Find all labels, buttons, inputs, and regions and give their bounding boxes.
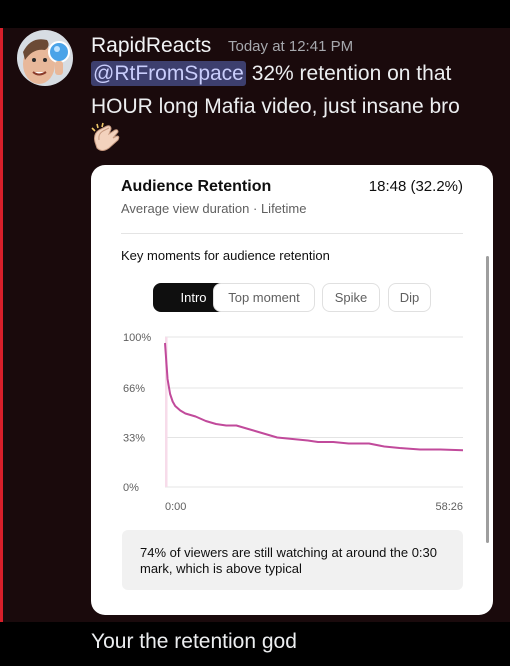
divider bbox=[121, 233, 463, 234]
key-moments-title: Key moments for audience retention bbox=[121, 248, 330, 263]
insight-text: 74% of viewers are still watching at aro… bbox=[140, 545, 438, 576]
clapping-hands-icon bbox=[89, 122, 123, 154]
card-subtitle: Average view duration · Lifetime bbox=[121, 201, 307, 216]
y-tick-label: 33% bbox=[123, 433, 145, 445]
message-text-line-1: @RtFromSpace 32% retention on that bbox=[91, 61, 452, 86]
y-tick-label: 100% bbox=[123, 332, 151, 344]
reply-message: Your the retention god bbox=[91, 630, 297, 653]
card-title: Audience Retention bbox=[121, 178, 272, 195]
top-bar bbox=[0, 0, 510, 28]
y-tick-label: 0% bbox=[123, 482, 139, 494]
message-timestamp: Today at 12:41 PM bbox=[228, 38, 354, 55]
y-tick-label: 66% bbox=[123, 383, 145, 395]
user-mention[interactable]: @RtFromSpace bbox=[91, 61, 246, 86]
tab-spike[interactable]: Spike bbox=[322, 283, 380, 312]
insight-callout: 74% of viewers are still watching at aro… bbox=[122, 530, 463, 590]
x-tick-label: 58:26 bbox=[435, 501, 463, 513]
x-tick-label: 0:00 bbox=[165, 501, 186, 513]
average-view-duration: 18:48 (32.2%) bbox=[368, 178, 463, 195]
avatar-image bbox=[17, 30, 73, 86]
retention-card: Audience Retention 18:48 (32.2%) Average… bbox=[91, 165, 493, 615]
scrollbar[interactable] bbox=[486, 256, 489, 543]
message-text-line-2: HOUR long Mafia video, just insane bro bbox=[91, 95, 460, 118]
tab-top-moment[interactable]: Top moment bbox=[213, 283, 315, 312]
mention-accent-bar bbox=[0, 28, 3, 622]
avatar[interactable] bbox=[17, 30, 73, 86]
tab-dip[interactable]: Dip bbox=[388, 283, 431, 312]
retention-chart: 100% 66% 33% 0% 0:00 58:26 bbox=[123, 332, 463, 513]
message-author[interactable]: RapidReacts bbox=[91, 34, 211, 58]
message-text-part: 32% retention on that bbox=[245, 62, 452, 85]
retention-line bbox=[164, 342, 463, 452]
